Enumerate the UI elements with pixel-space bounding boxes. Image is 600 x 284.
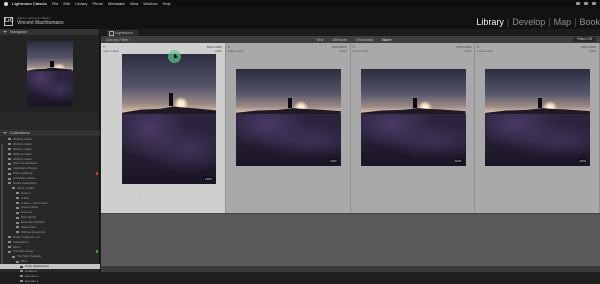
- collection-icon: [20, 275, 23, 278]
- collection-icon: [8, 172, 11, 175]
- photo-thumbnail[interactable]: ARW: [360, 69, 466, 166]
- filter-preset-dropdown[interactable]: Filters Off: [572, 37, 596, 42]
- menu-view[interactable]: View: [130, 0, 139, 7]
- grid-cell[interactable]: 4 Index Label 6027x4000 ARW ARW: [475, 43, 600, 213]
- collection-label: Episode 1: [25, 278, 39, 283]
- cell-extension: ARW: [464, 48, 472, 53]
- collection-icon: [8, 138, 11, 141]
- collections-list: 2018 by folder 2019 by folder 2020 by fold…: [0, 137, 100, 284]
- collection-icon: [20, 270, 23, 273]
- collection-icon: [16, 231, 19, 234]
- photo-thumbnail[interactable]: ARW: [121, 53, 217, 185]
- file-type-badge: ARW: [204, 177, 213, 181]
- collection-icon: [8, 143, 11, 146]
- menu-photo[interactable]: Photo: [93, 0, 103, 7]
- toolbar: [101, 266, 600, 272]
- library-grid-area: Lightroom Library Filter : Text Attribut…: [101, 29, 600, 272]
- module-picker: Library | Develop | Map | Book: [476, 17, 600, 27]
- collections-header[interactable]: Collections: [0, 130, 100, 136]
- library-filter-label: Library Filter :: [106, 37, 131, 42]
- collection-icon: [8, 241, 11, 244]
- cell-meta: Index Label: [103, 48, 119, 53]
- menu-metadata[interactable]: Metadata: [108, 0, 125, 7]
- menu-help[interactable]: Help: [162, 0, 170, 7]
- filter-text[interactable]: Text: [316, 36, 323, 43]
- filter-metadata[interactable]: Metadata: [356, 36, 373, 43]
- mac-menubar: Lightroom Classic File Edit Library Phot…: [0, 0, 600, 7]
- collection-icon: [8, 245, 11, 248]
- collection-icon: [8, 236, 11, 239]
- collection-icon: [16, 221, 19, 224]
- cell-meta: Index Label: [477, 48, 493, 53]
- collection-icon: [16, 226, 19, 229]
- collection-icon: [8, 177, 11, 180]
- collection-icon: [16, 197, 19, 200]
- color-label-green: [96, 250, 98, 254]
- collection-icon: [8, 182, 11, 185]
- cell-meta: Index Label: [352, 48, 369, 53]
- apple-icon[interactable]: [4, 1, 8, 6]
- navigator-thumbnail[interactable]: [26, 41, 73, 107]
- tab-bar: Lightroom: [101, 29, 600, 36]
- thumbnail-grid: 1 Index Label 6027x4000 ARW ARW · · · · · 2 Ind…: [101, 43, 600, 213]
- navigator-preview[interactable]: [0, 35, 99, 113]
- module-map[interactable]: Map: [554, 17, 572, 27]
- grid-cell[interactable]: 3 Index Label 6027x4000 ARW ARW: [350, 43, 476, 213]
- cell-extension: ARW: [589, 48, 596, 53]
- identity-plate: LrC Adobe Lightroom Classic Vincent Mach…: [0, 7, 600, 29]
- menu-edit[interactable]: Edit: [63, 0, 70, 7]
- left-panel: Navigator Collections 2018 by folder 2019…: [0, 29, 100, 283]
- navigator-header[interactable]: Navigator: [0, 29, 99, 35]
- module-library[interactable]: Library: [476, 17, 504, 27]
- collection-icon: [8, 157, 11, 160]
- cell-meta: Index Label: [227, 48, 244, 53]
- collection-icon: [16, 192, 19, 195]
- collection-icon: [16, 216, 19, 219]
- grid-cell[interactable]: 1 Index Label 6027x4000 ARW ARW · · · · ·: [101, 43, 226, 213]
- collections-header-wrap: Collections: [0, 130, 100, 136]
- collection-icon: [12, 187, 15, 190]
- collection-icon: [8, 250, 11, 253]
- color-label-red: [96, 172, 98, 176]
- collection-item[interactable]: Episode 1: [0, 279, 100, 284]
- file-type-badge: ARW: [578, 159, 588, 163]
- cell-extension: ARW: [214, 48, 222, 53]
- wifi-icon[interactable]: [576, 2, 580, 5]
- collection-icon: [8, 153, 11, 156]
- collection-icon: [16, 260, 19, 263]
- library-filter-bar: Library Filter : Text Attribute Metadata…: [101, 36, 600, 43]
- module-develop[interactable]: Develop: [512, 17, 545, 27]
- collection-icon: [20, 280, 23, 283]
- battery-icon[interactable]: [584, 2, 588, 5]
- collection-icon: [8, 162, 11, 165]
- menubar-status-icons: [576, 2, 600, 5]
- menu-window[interactable]: Window: [143, 0, 157, 7]
- filter-none[interactable]: None: [382, 36, 392, 43]
- collection-icon: [16, 206, 19, 209]
- photo-thumbnail[interactable]: ARW: [235, 69, 341, 166]
- filter-options: Text Attribute Metadata None: [316, 36, 392, 43]
- menu-file[interactable]: File: [52, 0, 58, 7]
- collection-icon: [8, 148, 11, 151]
- file-type-badge: ARW: [453, 159, 463, 163]
- identity-name: Vincent Machtomans: [17, 20, 64, 26]
- module-book[interactable]: Book: [579, 17, 600, 27]
- collection-icon: [16, 211, 19, 214]
- lightroom-logo-icon: LrC: [4, 17, 14, 26]
- collection-icon: [20, 265, 23, 268]
- filter-attribute[interactable]: Attribute: [332, 36, 347, 43]
- photo-thumbnail[interactable]: ARW: [485, 69, 591, 166]
- file-type-badge: ARW: [328, 159, 338, 163]
- menu-library[interactable]: Library: [75, 0, 87, 7]
- clock-icon[interactable]: [592, 2, 596, 5]
- collection-icon: [12, 255, 15, 258]
- filmstrip-area: [101, 213, 600, 272]
- grid-cell[interactable]: 2 Index Label 6027x4000 ARW ARW: [225, 43, 351, 213]
- collection-icon: [8, 167, 11, 170]
- menu-app-name[interactable]: Lightroom Classic: [12, 0, 47, 7]
- cell-extension: ARW: [339, 48, 347, 53]
- rating-stars: · · · · ·: [123, 197, 142, 201]
- collection-icon: [16, 201, 19, 204]
